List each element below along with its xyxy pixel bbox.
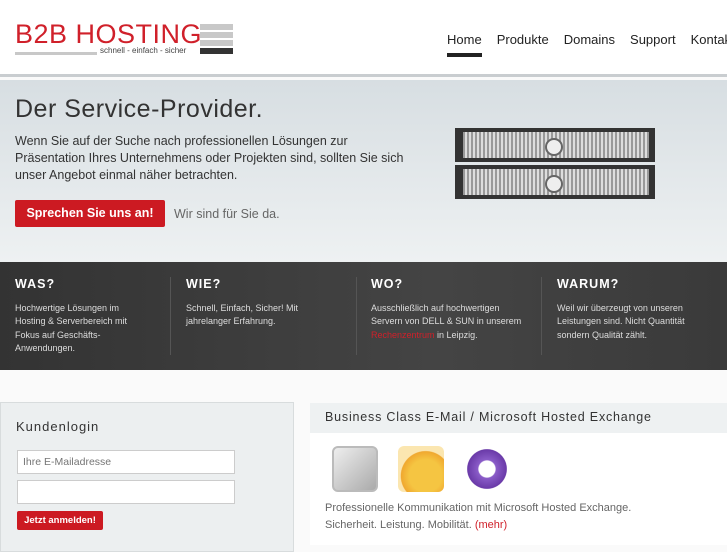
rechenzentrum-link[interactable]: Rechenzentrum: [371, 330, 435, 340]
login-button[interactable]: Jetzt anmelden!: [17, 511, 103, 530]
hero-title: Der Service-Provider.: [15, 95, 264, 123]
nav-produkte[interactable]: Produkte: [497, 32, 549, 57]
nav-domains[interactable]: Domains: [564, 32, 615, 57]
server-rack-icon: [200, 24, 233, 54]
login-title: Kundenlogin: [16, 419, 100, 434]
header: B2B HOSTING schnell - einfach - sicher H…: [0, 0, 727, 77]
hero-text: Wenn Sie auf der Suche nach professionel…: [15, 134, 404, 182]
feature-title: WO?: [371, 277, 404, 291]
main-nav: Home Produkte Domains Support Kontakt: [447, 32, 727, 57]
login-box: Kundenlogin Jetzt anmelden!: [0, 402, 294, 552]
logo-text: B2B HOSTING: [15, 19, 203, 49]
feature-text: Schnell, Einfach, Sicher! Mit jahrelange…: [186, 302, 299, 327]
nav-kontakt[interactable]: Kontakt: [691, 32, 727, 57]
feature-text-post: in Leipzig.: [434, 329, 478, 340]
divider: [170, 277, 171, 355]
logo-bar: [15, 52, 97, 55]
feature-text: Hochwertige Lösungen im Hosting & Server…: [15, 302, 128, 354]
outlook-icon: [398, 446, 444, 492]
feature-text: Ausschließlich auf hochwertigen Servern …: [371, 302, 531, 343]
feature-text-pre: Ausschließlich auf hochwertigen Servern …: [371, 302, 522, 327]
features-band: WAS? Hochwertige Lösungen im Hosting & Se…: [0, 262, 727, 370]
feature-title: WARUM?: [557, 277, 620, 291]
entourage-icon: [464, 446, 510, 492]
feature-was: WAS? Hochwertige Lösungen im Hosting & Se…: [15, 277, 145, 356]
feature-wie: WIE? Schnell, Einfach, Sicher! Mit jahrel…: [186, 277, 336, 329]
password-input[interactable]: [17, 480, 235, 504]
panel-line1: Professionelle Kommunikation mit Microso…: [325, 502, 632, 514]
divider: [541, 277, 542, 355]
logo-tagline: schnell - einfach - sicher: [100, 46, 187, 55]
panel-line2: Sicherheit. Leistung. Mobilität.: [325, 519, 472, 531]
feature-warum: WARUM? Weil wir überzeugt von unseren Lei…: [557, 277, 707, 342]
logo[interactable]: B2B HOSTING schnell - einfach - sicher: [15, 19, 233, 55]
exchange-panel: Business Class E-Mail / Microsoft Hosted…: [310, 403, 727, 545]
panel-title: Business Class E-Mail / Microsoft Hosted…: [310, 403, 727, 433]
contact-button[interactable]: Sprechen Sie uns an!: [15, 200, 165, 227]
feature-wo: WO? Ausschließlich auf hochwertigen Serve…: [371, 277, 531, 343]
email-input[interactable]: [17, 450, 235, 474]
hero: Der Service-Provider. Wenn Sie auf der S…: [0, 80, 727, 262]
more-link[interactable]: (mehr): [475, 519, 507, 531]
exchange-icon: [332, 446, 378, 492]
divider: [356, 277, 357, 355]
hero-note: Wir sind für Sie da.: [174, 207, 280, 221]
server-image: [455, 128, 655, 202]
feature-text: Weil wir überzeugt von unseren Leistunge…: [557, 302, 685, 340]
panel-text: Professionelle Kommunikation mit Microso…: [325, 500, 631, 534]
feature-title: WIE?: [186, 277, 222, 291]
feature-title: WAS?: [15, 277, 56, 291]
nav-home[interactable]: Home: [447, 32, 482, 57]
nav-support[interactable]: Support: [630, 32, 676, 57]
